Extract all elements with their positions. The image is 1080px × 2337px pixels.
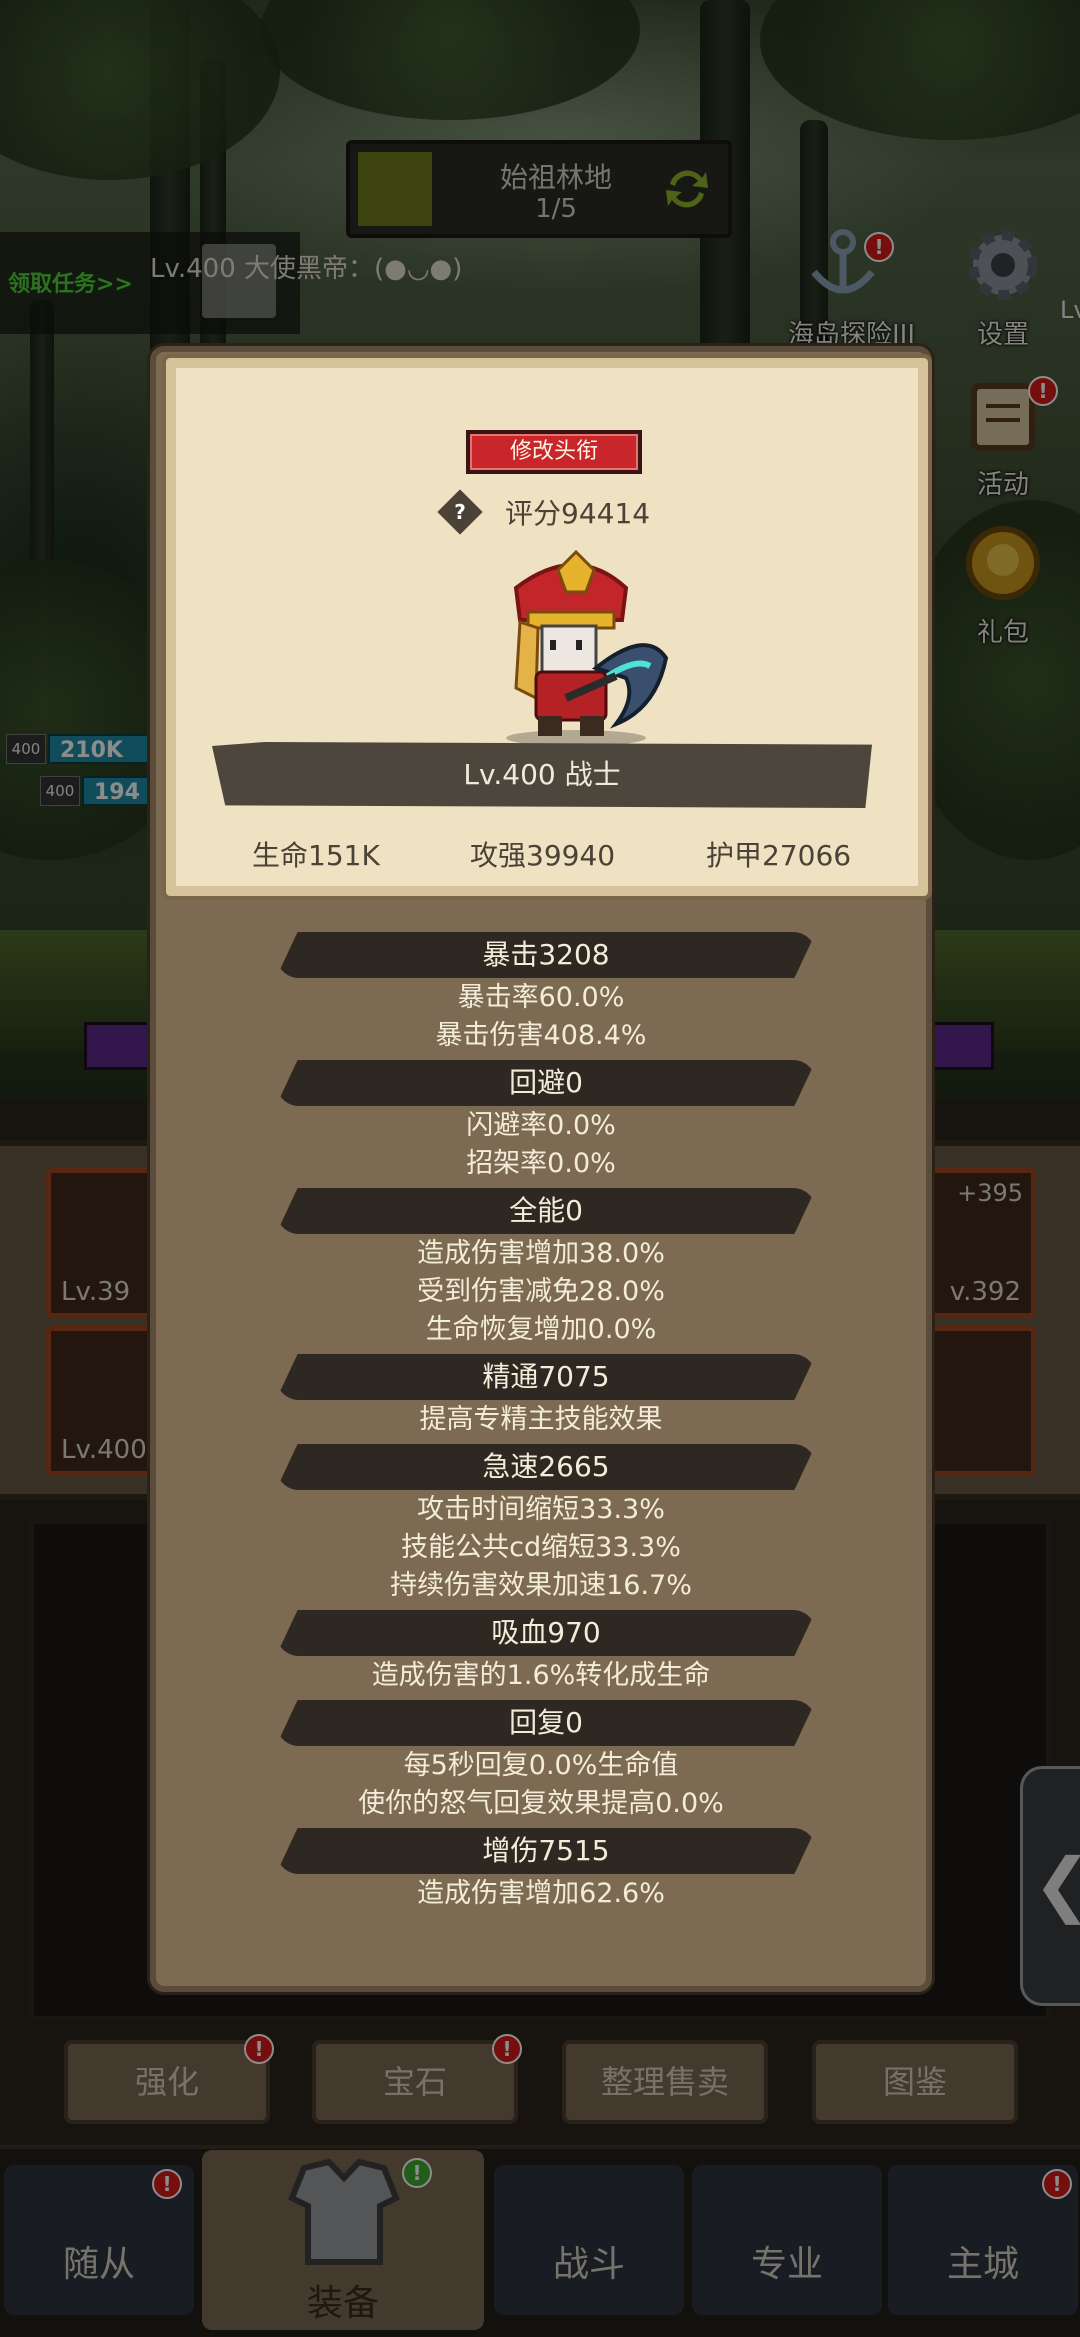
stat-line: 造成伤害增加62.6% [417,1878,665,1909]
stat-line: 暴击伤害408.4% [435,1020,647,1051]
score-row: ? 评分94414 [176,489,918,536]
stat-line: 受到伤害减免28.0% [417,1276,665,1307]
stat-line: 造成伤害的1.6%转化成生命 [371,1660,711,1691]
stat-line: 持续伤害效果加速16.7% [390,1570,692,1601]
warrior-avatar [506,549,669,746]
stat-line: 闪避率0.0% [466,1110,616,1141]
help-icon[interactable]: ? [437,489,483,535]
stat-line: 招架率0.0% [466,1148,616,1179]
stat-header-versatility: 全能0 [276,1188,816,1234]
stat-header-regen: 回复0 [276,1700,816,1746]
character-stats-modal: 修改头衔 ? 评分94414 Lv.400 战士 生命151K 攻强39940 … [150,346,932,1992]
stat-header-damage-boost: 增伤7515 [276,1828,816,1874]
stat-line: 攻击时间缩短33.3% [417,1494,665,1525]
attack-stat: 攻强39940 [470,839,616,872]
stat-header-avoidance: 回避0 [276,1060,816,1106]
score-text: 评分94414 [505,497,651,530]
stat-line: 生命恢复增加0.0% [425,1314,657,1345]
armor-stat: 护甲27066 [706,839,852,872]
stat-line: 提高专精主技能效果 [419,1404,663,1435]
stat-header-leech: 吸血970 [276,1610,816,1656]
character-card: 修改头衔 ? 评分94414 Lv.400 战士 生命151K 攻强39940 … [162,354,932,900]
stat-line: 造成伤害增加38.0% [417,1238,665,1269]
stat-line: 每5秒回复0.0%生命值 [403,1750,679,1781]
change-title-button[interactable]: 修改头衔 [466,430,642,474]
stat-header-crit: 暴击3208 [276,932,816,978]
stat-line: 暴击率60.0% [457,982,625,1013]
hp-stat: 生命151K [252,839,380,872]
hero-name-bar: Lv.400 战士 [212,742,872,808]
stat-line: 使你的怒气回复效果提高0.0% [358,1788,724,1819]
stat-header-mastery: 精通7075 [276,1354,816,1400]
stat-header-haste: 急速2665 [276,1444,816,1490]
stat-line: 技能公共cd缩短33.3% [401,1532,681,1563]
